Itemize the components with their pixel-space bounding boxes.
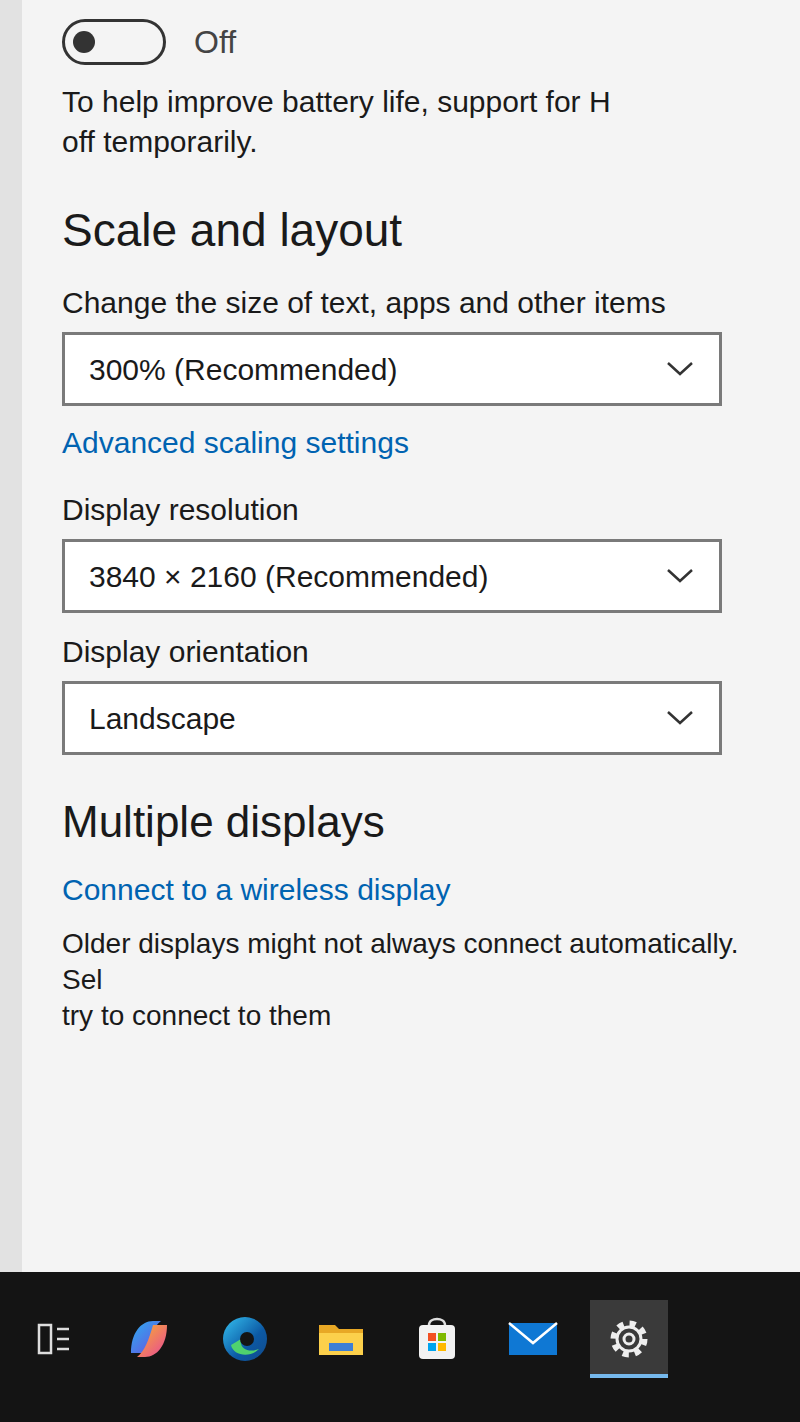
taskbar-button[interactable]: [206, 1300, 284, 1378]
scale-value: 300% (Recommended): [89, 347, 397, 392]
section-heading: Multiple displays: [62, 795, 776, 849]
chevron-down-icon: [665, 567, 695, 585]
taskbar-button[interactable]: [110, 1300, 188, 1378]
note-line: try to connect to them: [62, 998, 776, 1034]
orientation-value: Landscape: [89, 696, 236, 741]
store-icon: [409, 1311, 465, 1367]
display-page: Off To help improve battery life, suppor…: [22, 0, 800, 1272]
orientation-label: Display orientation: [62, 633, 776, 671]
hdr-toggle-row: Off: [62, 18, 776, 66]
screen: Off To help improve battery life, suppor…: [0, 0, 800, 1422]
battery-note-line: off temporarily.: [62, 122, 776, 162]
settings-icon: [601, 1311, 657, 1367]
taskview-icon: [25, 1311, 81, 1367]
resolution-dropdown[interactable]: 3840 × 2160 (Recommended): [62, 539, 722, 613]
section-heading: Scale and layout: [62, 202, 776, 258]
battery-note-line: To help improve battery life, support fo…: [62, 82, 776, 122]
toggle-knob: [73, 31, 95, 53]
mail-icon: [505, 1311, 561, 1367]
older-displays-note: Older displays might not always connect …: [62, 926, 776, 1034]
resolution-value: 3840 × 2160 (Recommended): [89, 554, 488, 599]
taskbar-button[interactable]: [590, 1300, 668, 1378]
edge-icon: [217, 1311, 273, 1367]
copilot-icon: [121, 1311, 177, 1367]
note-line: Older displays might not always connect …: [62, 926, 776, 998]
hdr-toggle[interactable]: [62, 19, 166, 65]
settings-window: Off To help improve battery life, suppor…: [0, 0, 800, 1272]
battery-note: To help improve battery life, support fo…: [62, 82, 776, 162]
sidebar-edge: [0, 0, 22, 1272]
wireless-display-link[interactable]: Connect to a wireless display: [62, 867, 776, 912]
active-indicator: [590, 1374, 668, 1378]
taskbar: [0, 1272, 800, 1422]
orientation-dropdown[interactable]: Landscape: [62, 681, 722, 755]
resolution-label: Display resolution: [62, 491, 776, 529]
advanced-scaling-link[interactable]: Advanced scaling settings: [62, 420, 776, 465]
taskbar-button[interactable]: [398, 1300, 476, 1378]
taskbar-button[interactable]: [14, 1300, 92, 1378]
toggle-label: Off: [194, 18, 236, 66]
chevron-down-icon: [665, 360, 695, 378]
scale-label: Change the size of text, apps and other …: [62, 284, 776, 322]
scale-dropdown[interactable]: 300% (Recommended): [62, 332, 722, 406]
chevron-down-icon: [665, 709, 695, 727]
taskbar-button[interactable]: [494, 1300, 572, 1378]
explorer-icon: [313, 1311, 369, 1367]
taskbar-button[interactable]: [302, 1300, 380, 1378]
